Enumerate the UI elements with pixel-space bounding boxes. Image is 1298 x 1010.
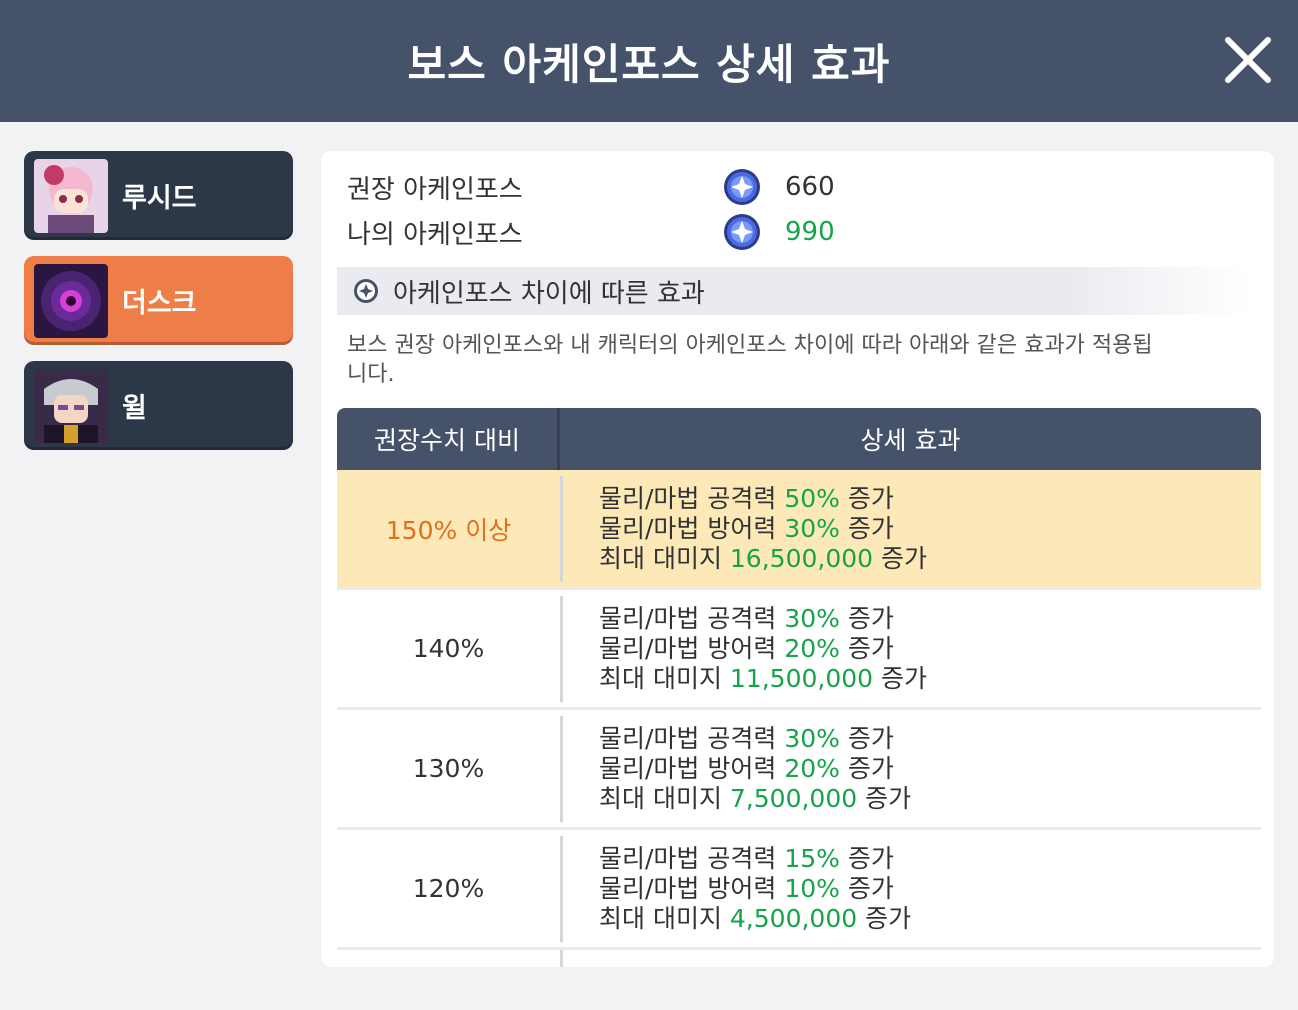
table-row — [337, 950, 1261, 967]
effect-table: 권장수치 대비 상세 효과 150% 이상 물리/마법 공격력 50% 증가 물… — [337, 408, 1261, 967]
detail-cell: 물리/마법 공격력 15% 증가 물리/마법 방어력 10% 증가 최대 대미지… — [599, 843, 912, 933]
circle-bullet-icon — [354, 279, 378, 303]
detail-cell: 물리/마법 공격력 30% 증가 물리/마법 방어력 20% 증가 최대 대미지… — [599, 603, 927, 693]
boss-name: 윌 — [122, 393, 147, 424]
column-header-detail: 상세 효과 — [860, 426, 961, 455]
ratio-cell: 120% — [412, 874, 485, 903]
my-force-label: 나의 아케인포스 — [347, 219, 523, 250]
recommended-force-value: 660 — [785, 172, 835, 202]
boss-tab-dusk[interactable]: 더스크 — [24, 256, 293, 345]
section-title: 아케인포스 차이에 따른 효과 — [393, 278, 705, 309]
boss-tab-will[interactable]: 윌 — [24, 361, 293, 450]
boss-tab-lucid[interactable]: 루시드 — [24, 151, 293, 240]
my-force-value: 990 — [785, 217, 835, 247]
avatar — [34, 368, 108, 443]
avatar — [34, 158, 108, 233]
table-header: 권장수치 대비 상세 효과 — [337, 408, 1261, 470]
boss-name: 루시드 — [122, 183, 197, 214]
table-row: 130% 물리/마법 공격력 30% 증가 물리/마법 방어력 20% 증가 최… — [337, 710, 1261, 830]
boss-list: 루시드 더스크 윌 — [24, 151, 293, 466]
arcane-force-icon — [724, 169, 760, 205]
description-text: 보스 권장 아케인포스와 내 캐릭터의 아케인포스 차이에 따라 아래와 같은 … — [347, 333, 1153, 387]
recommended-force-row: 권장 아케인포스 660 — [347, 167, 947, 207]
dialog-header: 보스 아케인포스 상세 효과 — [0, 0, 1298, 122]
avatar — [34, 263, 108, 338]
table-row: 150% 이상 물리/마법 공격력 50% 증가 물리/마법 방어력 30% 증… — [337, 470, 1261, 590]
close-button[interactable] — [1224, 36, 1272, 84]
close-icon — [1225, 37, 1271, 83]
section-header: 아케인포스 차이에 따른 효과 — [337, 267, 1249, 315]
ratio-cell: 130% — [412, 754, 485, 783]
detail-cell: 물리/마법 공격력 50% 증가 물리/마법 방어력 30% 증가 최대 대미지… — [599, 483, 927, 573]
table-row: 140% 물리/마법 공격력 30% 증가 물리/마법 방어력 20% 증가 최… — [337, 590, 1261, 710]
recommended-force-label: 권장 아케인포스 — [347, 174, 523, 205]
detail-panel: 권장 아케인포스 660 나의 아케인포스 990 아케인포스 차이에 따른 효… — [321, 151, 1274, 967]
ratio-cell: 150% 이상 — [385, 515, 512, 545]
dialog-title: 보스 아케인포스 상세 효과 — [407, 39, 891, 89]
detail-cell: 물리/마법 공격력 30% 증가 물리/마법 방어력 20% 증가 최대 대미지… — [599, 723, 912, 813]
my-force-row: 나의 아케인포스 990 — [347, 212, 947, 252]
arcane-force-icon — [724, 214, 760, 250]
ratio-cell: 140% — [412, 634, 485, 663]
table-row: 120% 물리/마법 공격력 15% 증가 물리/마법 방어력 10% 증가 최… — [337, 830, 1261, 950]
boss-name: 더스크 — [122, 288, 197, 319]
column-header-ratio: 권장수치 대비 — [337, 408, 560, 470]
